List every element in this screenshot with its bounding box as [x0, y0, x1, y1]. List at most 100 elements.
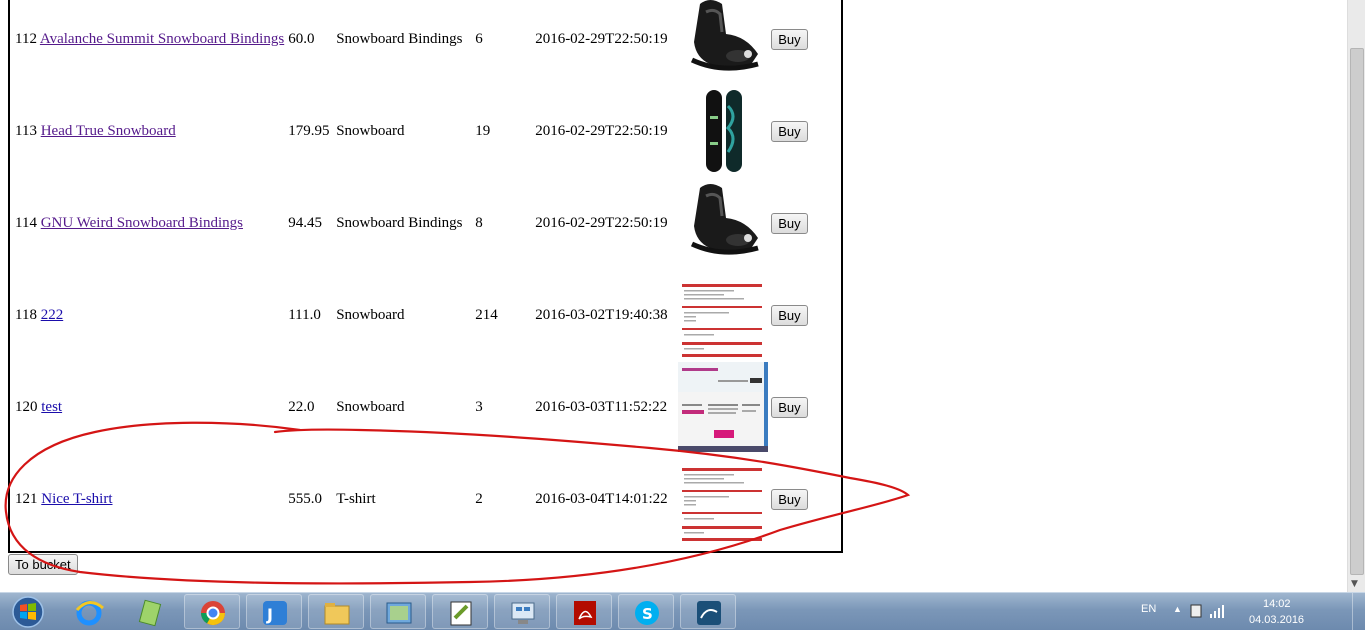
taskbar-button-notepad-plus-plus[interactable] [432, 594, 488, 629]
taskbar-button-file-manager[interactable] [308, 594, 364, 629]
taskbar-button-acrobat[interactable] [556, 594, 612, 629]
buy-button[interactable]: Buy [771, 488, 808, 510]
product-row: 121 Nice T-shirt 555.0 T-shirt 2 2016-03… [14, 454, 809, 544]
buy-button[interactable]: Buy [771, 304, 808, 326]
scrollbar-thumb[interactable] [1350, 48, 1364, 575]
vertical-scrollbar[interactable]: ▼ [1347, 0, 1365, 592]
product-date: 2016-03-03T11:52:22 [535, 398, 668, 415]
product-image [678, 178, 769, 268]
product-price: 111.0 [288, 306, 321, 323]
taskbar-button-internet-explorer[interactable] [60, 594, 116, 629]
chrome-icon [201, 601, 225, 626]
snowboard-photo [678, 86, 769, 176]
document-screenshot [678, 270, 769, 360]
to-bucket-button[interactable]: To bucket [8, 554, 78, 575]
start-button[interactable] [4, 594, 48, 630]
buy-cell: Buy [770, 0, 808, 84]
product-row: 112 Avalanche Summit Snowboard Bindings … [14, 0, 809, 84]
product-name-link[interactable]: GNU Weird Snowboard Bindings [41, 215, 243, 231]
photo-viewer-icon [386, 602, 412, 624]
product-price: 94.45 [288, 214, 322, 231]
product-image [678, 86, 769, 176]
product-category: Snowboard [336, 398, 405, 415]
product-name-link[interactable]: Nice T-shirt [41, 491, 112, 507]
product-image [678, 454, 769, 544]
buy-cell: Buy [770, 454, 808, 544]
product-name-link[interactable]: test [41, 399, 62, 415]
internet-explorer-icon [75, 600, 104, 626]
product-row: 113 Head True Snowboard 179.95 Snowboard… [14, 86, 809, 176]
system-tray: EN ▲ 14:02 04.03.2016 [1141, 593, 1365, 631]
product-name-link[interactable]: Head True Snowboard [41, 123, 176, 139]
product-category: Snowboard Bindings [336, 30, 463, 47]
language-indicator[interactable]: EN [1141, 603, 1156, 615]
skype-icon: S [635, 601, 659, 625]
product-date: 2016-03-02T19:40:38 [535, 306, 668, 323]
taskbar-button-photo-viewer[interactable] [370, 594, 426, 629]
product-table: 112 Avalanche Summit Snowboard Bindings … [8, 0, 843, 553]
notepad-icon [138, 599, 162, 627]
product-category: Snowboard [336, 306, 405, 323]
wifi-signal-icon[interactable] [1209, 603, 1225, 619]
product-id-name-cell: 121 Nice T-shirt [14, 454, 285, 544]
bindings-photo [678, 0, 769, 84]
product-id-name-cell: 113 Head True Snowboard [14, 86, 285, 176]
product-price: 60.0 [288, 30, 315, 47]
show-desktop-button[interactable] [1352, 593, 1365, 631]
product-price: 179.95 [288, 122, 330, 139]
taskbar-button-notepad[interactable] [122, 594, 178, 629]
show-hidden-icons-icon[interactable]: ▲ [1173, 604, 1182, 614]
product-name-link[interactable]: Avalanche Summit Snowboard Bindings [40, 31, 284, 47]
buy-cell: Buy [770, 86, 808, 176]
product-image [678, 270, 769, 360]
clock-time[interactable]: 14:02 [1263, 598, 1291, 610]
product-date: 2016-02-29T22:50:19 [535, 214, 668, 231]
buy-button[interactable]: Buy [771, 396, 808, 418]
product-quantity: 6 [475, 30, 483, 47]
product-id: 121 [15, 490, 38, 507]
mysql-workbench-icon [697, 601, 721, 625]
product-date: 2016-02-29T22:50:19 [535, 30, 668, 47]
product-price: 22.0 [288, 398, 315, 415]
product-price: 555.0 [288, 490, 322, 507]
taskbar-button-skype[interactable]: S [618, 594, 674, 629]
product-id-name-cell: 112 Avalanche Summit Snowboard Bindings [14, 0, 285, 84]
product-category: Snowboard Bindings [336, 214, 463, 231]
taskbar-button-mysql-workbench[interactable] [680, 594, 736, 629]
product-id-name-cell: 114 GNU Weird Snowboard Bindings [14, 178, 285, 268]
bindings-photo [678, 178, 769, 268]
product-id-name-cell: 118 222 [14, 270, 285, 360]
product-quantity: 19 [475, 122, 491, 139]
scroll-down-arrow-icon[interactable]: ▼ [1351, 579, 1358, 589]
product-id-name-cell: 120 test [14, 362, 285, 452]
product-id: 120 [15, 398, 38, 415]
product-date: 2016-02-29T22:50:19 [535, 122, 668, 139]
product-id: 112 [15, 30, 37, 47]
buy-cell: Buy [770, 270, 808, 360]
product-id: 114 [15, 214, 37, 231]
notepad-plus-plus-icon [450, 601, 472, 626]
taskbar-button-intellij-idea[interactable]: J [246, 594, 302, 629]
svg-text:J: J [266, 605, 273, 624]
clock-date[interactable]: 04.03.2016 [1249, 614, 1304, 626]
buy-button[interactable]: Buy [771, 212, 808, 234]
product-quantity: 8 [475, 214, 483, 231]
product-row: 114 GNU Weird Snowboard Bindings 94.45 S… [14, 178, 809, 268]
webpage-screenshot [678, 362, 769, 452]
product-name-link[interactable]: 222 [41, 307, 64, 323]
product-quantity: 2 [475, 490, 483, 507]
taskbar-button-chrome[interactable] [184, 594, 240, 629]
buy-button[interactable]: Buy [771, 28, 808, 50]
product-id: 113 [15, 122, 37, 139]
product-category: Snowboard [336, 122, 405, 139]
taskbar-button-control-panel[interactable] [494, 594, 550, 629]
svg-text:S: S [642, 605, 653, 623]
document-screenshot [678, 454, 769, 544]
network-adapter-icon[interactable] [1189, 603, 1203, 619]
product-category: T-shirt [336, 490, 376, 507]
product-row: 118 222 111.0 Snowboard 214 2016-03-02T1… [14, 270, 809, 360]
product-row: 120 test 22.0 Snowboard 3 2016-03-03T11:… [14, 362, 809, 452]
buy-button[interactable]: Buy [771, 120, 808, 142]
windows-start-icon [12, 596, 44, 628]
intellij-idea-icon: J [263, 601, 287, 625]
